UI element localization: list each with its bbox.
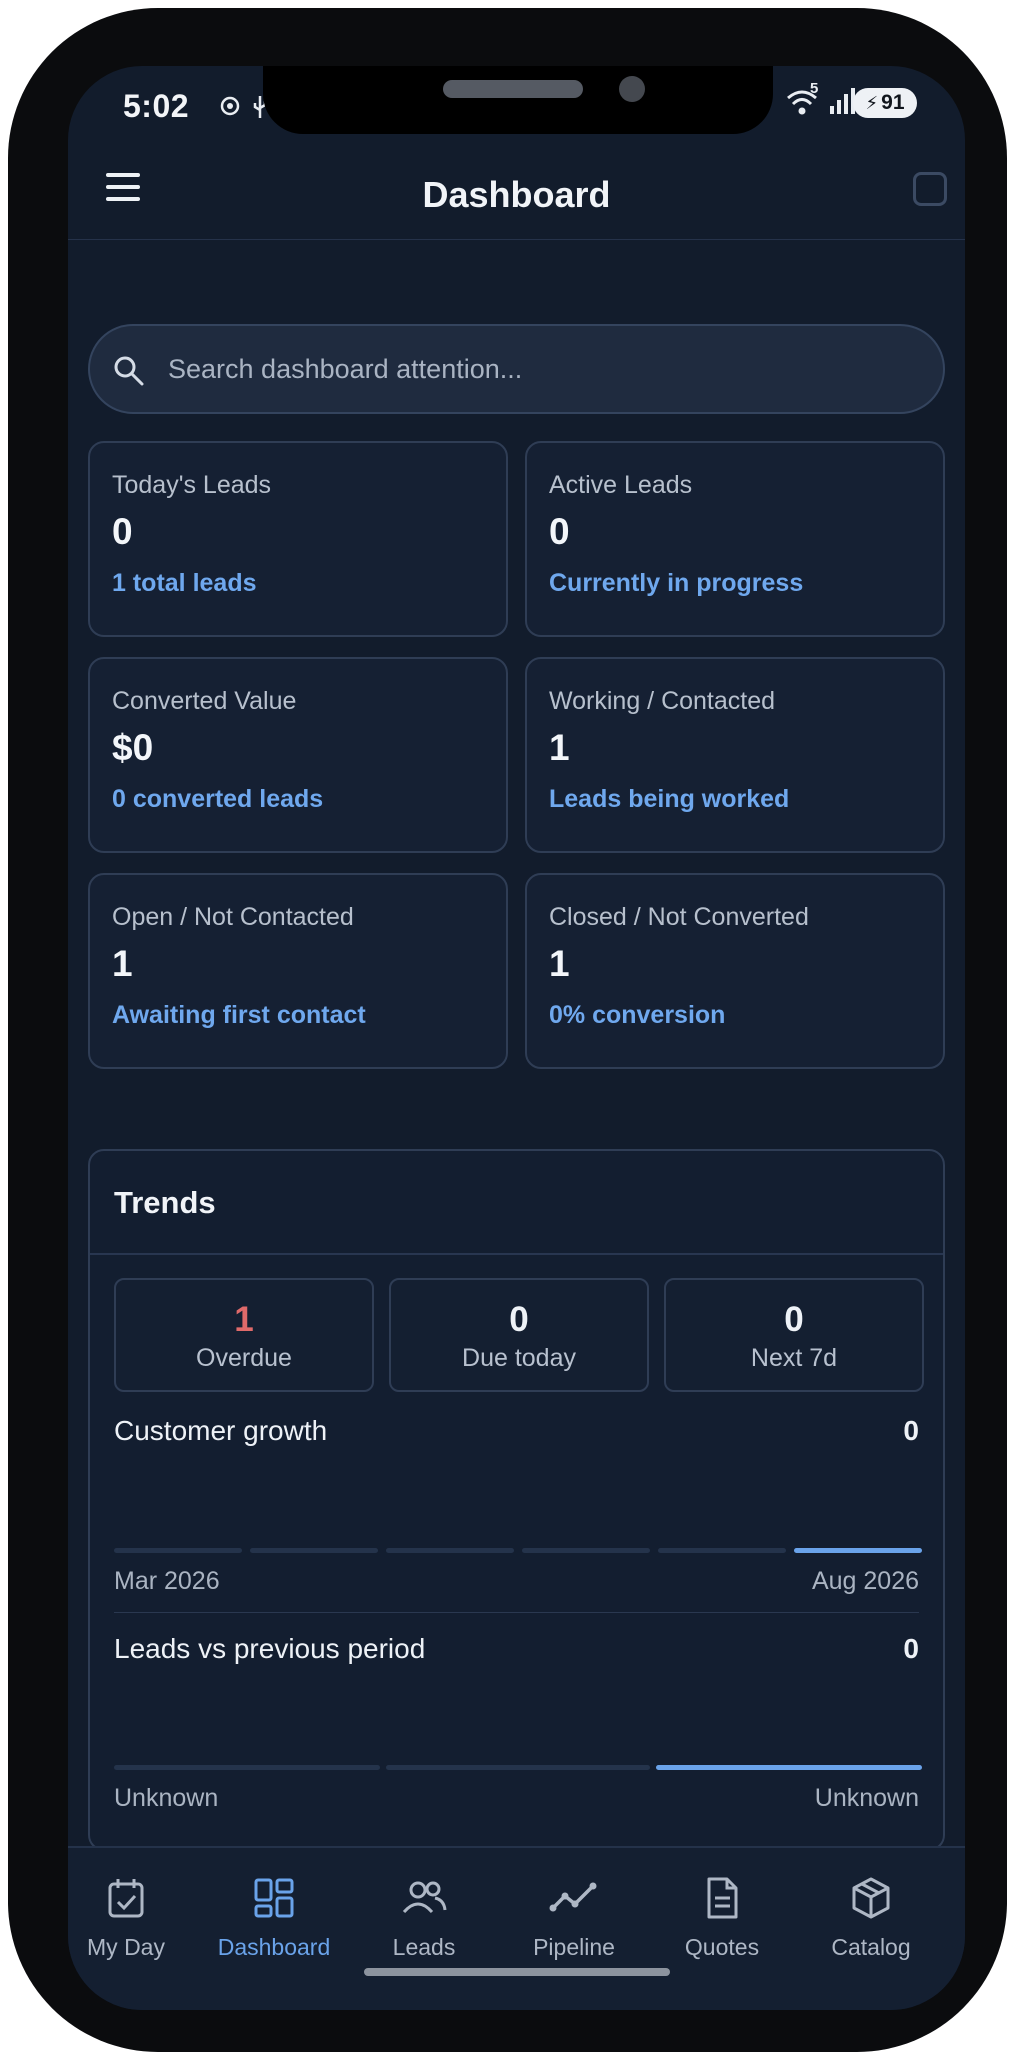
card-todays-leads[interactable]: Today's Leads 0 1 total leads [88,441,508,637]
nav-label: Pipeline [533,1934,615,1960]
trend-line-icon [549,1882,597,1912]
stat-due-today[interactable]: 0 Due today [389,1278,649,1392]
app-header: Dashboard [68,136,965,240]
nav-label: Quotes [684,1934,760,1960]
stat-value: 1 [234,1300,254,1339]
search-bar[interactable] [88,324,945,414]
speaker-grille [443,80,583,98]
card-value: 0 [112,511,133,552]
status-time: 5:02 [123,88,190,124]
leads-vs-previous-title: Leads vs previous period [114,1633,426,1664]
document-icon [707,1877,738,1919]
customer-growth-value: 0 [903,1415,919,1446]
card-value: $0 [112,727,154,768]
nav-pipeline[interactable]: Pipeline [504,1876,644,1961]
battery-indicator: ⚡ 91 [853,88,917,118]
nav-label: Catalog [831,1934,911,1960]
search-icon [112,354,148,390]
search-input[interactable] [168,326,908,412]
trends-title: Trends [114,1185,216,1220]
battery-level: 91 [881,91,905,114]
home-indicator[interactable] [364,1968,670,1976]
nav-leads[interactable]: Leads [354,1876,494,1961]
nav-label: Dashboard [217,1934,331,1960]
wifi-badge: 5 [810,80,819,97]
header-action-button[interactable] [913,172,947,206]
stat-label: Due today [462,1344,576,1372]
axis-end-label: Unknown [814,1784,919,1812]
nav-label: My Day [87,1934,165,1960]
stat-label: Overdue [196,1344,292,1372]
sparkline-segment [386,1765,650,1770]
page-title: Dashboard [422,174,611,215]
sparkline-segment [114,1765,380,1770]
sparkline-segment-active [656,1765,922,1770]
divider [90,1253,943,1255]
nav-dashboard[interactable]: Dashboard [204,1876,344,1961]
card-label: Closed / Not Converted [549,903,809,931]
card-value: 1 [112,943,133,984]
divider [114,1612,919,1613]
card-subtext: 1 total leads [112,569,257,597]
card-working-contacted[interactable]: Working / Contacted 1 Leads being worked [525,657,945,853]
box-icon [852,1877,890,1919]
card-converted-value[interactable]: Converted Value $0 0 converted leads [88,657,508,853]
card-subtext: Currently in progress [549,569,804,597]
card-value: 0 [549,511,570,552]
card-subtext: Awaiting first contact [112,1001,366,1029]
card-label: Working / Contacted [549,687,776,715]
axis-start-label: Mar 2026 [114,1567,220,1595]
card-subtext: Leads being worked [549,785,790,813]
leads-vs-previous-value: 0 [903,1633,919,1664]
card-label: Open / Not Contacted [112,903,354,931]
card-label: Today's Leads [112,471,272,499]
sparkline-segment [658,1548,786,1553]
people-icon [402,1881,447,1914]
customer-growth-sparkline [114,1548,922,1554]
nav-label: Leads [392,1934,456,1960]
front-camera [619,76,645,102]
status-bar: 5:02 5 ⚡ 91 [68,66,965,136]
leads-vs-previous-sparkline [114,1765,922,1771]
customer-growth-title: Customer growth [114,1415,328,1446]
stat-value: 0 [509,1300,529,1339]
card-closed-not-converted[interactable]: Closed / Not Converted 1 0% conversion [525,873,945,1069]
card-label: Active Leads [549,471,693,499]
stat-next-7d[interactable]: 0 Next 7d [664,1278,924,1392]
sparkline-segment-active [794,1548,922,1553]
card-active-leads[interactable]: Active Leads 0 Currently in progress [525,441,945,637]
axis-start-label: Unknown [114,1784,219,1812]
stat-overdue[interactable]: 1 Overdue [114,1278,374,1392]
axis-end-label: Aug 2026 [811,1567,919,1595]
notification-icon [218,94,242,125]
phone-frame: 5:02 5 ⚡ 91 Dashboard Search dashboard a… [8,8,1007,2052]
dashboard-grid-icon [254,1878,294,1918]
card-value: 1 [549,727,570,768]
calendar-check-icon [108,1879,144,1918]
nav-my-day[interactable]: My Day [68,1876,196,1961]
card-value: 1 [549,943,570,984]
nav-catalog[interactable]: Catalog [801,1876,941,1961]
sparkline-segment [250,1548,378,1553]
trends-panel: Trends 1 Overdue 0 Due today 0 Next 7d C… [88,1149,945,1851]
card-subtext: 0% conversion [549,1001,726,1029]
bottom-nav: My Day Dashboard Leads Pipeline Quotes C… [68,1846,965,2010]
nav-quotes[interactable]: Quotes [652,1876,792,1961]
sparkline-segment [114,1548,242,1553]
battery-bolt-icon: ⚡ [865,92,879,113]
stat-value: 0 [784,1300,804,1339]
card-open-not-contacted[interactable]: Open / Not Contacted 1 Awaiting first co… [88,873,508,1069]
sparkline-segment [522,1548,650,1553]
card-label: Converted Value [112,687,297,715]
card-subtext: 0 converted leads [112,785,324,813]
stat-label: Next 7d [750,1344,838,1372]
camera-notch [263,66,773,134]
sparkline-segment [386,1548,514,1553]
app-screen: 5:02 5 ⚡ 91 Dashboard Search dashboard a… [68,66,965,2010]
